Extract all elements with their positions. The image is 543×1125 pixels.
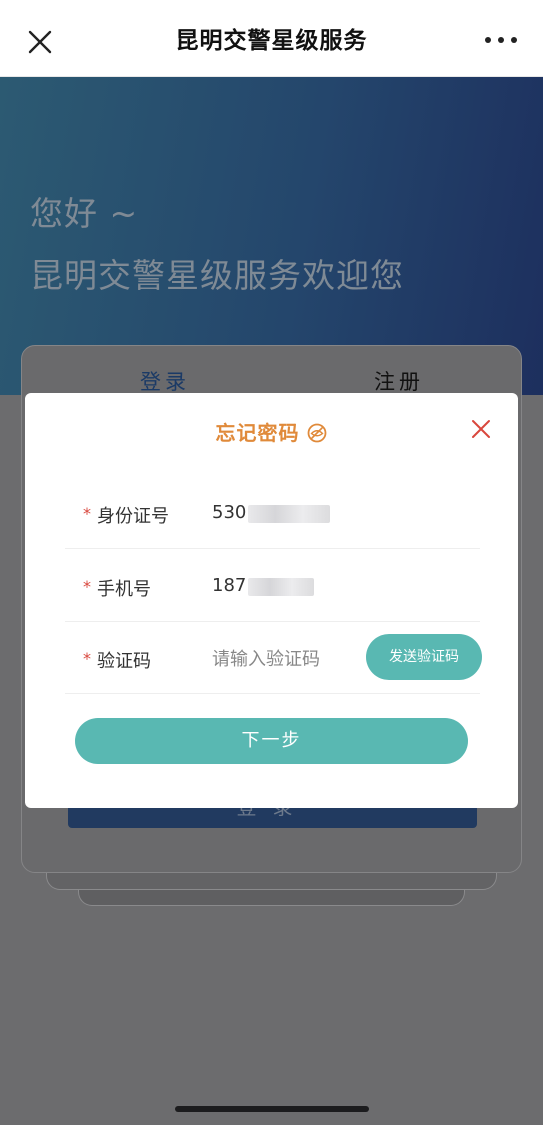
phone-row: * 手机号 187	[65, 550, 480, 622]
close-icon[interactable]	[26, 28, 54, 56]
greeting-hello: 您好 ~	[30, 194, 139, 233]
navbar: 昆明交警星级服务	[0, 0, 543, 77]
tab-register[interactable]: 注册	[374, 366, 424, 396]
id-number-mask	[248, 505, 330, 523]
required-mark: *	[83, 504, 91, 523]
id-number-field[interactable]: 530	[212, 502, 246, 523]
required-mark: *	[83, 649, 91, 668]
send-code-button[interactable]: 发送验证码	[366, 634, 482, 680]
eye-slash-icon	[307, 423, 326, 443]
verification-code-row: * 验证码 发送验证码	[65, 622, 482, 694]
page-title: 昆明交警星级服务	[175, 28, 368, 54]
id-number-label: 身份证号	[97, 506, 169, 527]
id-number-row: * 身份证号 530	[65, 477, 480, 549]
dialog-title-text: 忘记密码	[215, 421, 300, 445]
next-step-button[interactable]: 下一步	[75, 718, 468, 764]
forgot-password-dialog: 忘记密码 * 身份证号 530 * 手机号 187 * 验证码 发送	[25, 393, 518, 808]
more-icon[interactable]	[485, 36, 517, 44]
phone-field[interactable]: 187	[212, 575, 246, 596]
phone-label: 手机号	[97, 579, 151, 600]
close-icon[interactable]	[471, 419, 491, 439]
phone-mask	[248, 578, 314, 596]
greeting-welcome: 昆明交警星级服务欢迎您	[30, 256, 404, 295]
screen: 昆明交警星级服务 您好 ~ 昆明交警星级服务欢迎您 登录 注册 登录 忘记密码 …	[0, 0, 543, 1125]
verification-code-label: 验证码	[97, 651, 151, 672]
required-mark: *	[83, 577, 91, 596]
dialog-title: 忘记密码	[25, 417, 518, 446]
home-indicator	[175, 1106, 369, 1112]
tab-login[interactable]: 登录	[140, 366, 190, 396]
verification-code-input[interactable]	[212, 646, 352, 672]
